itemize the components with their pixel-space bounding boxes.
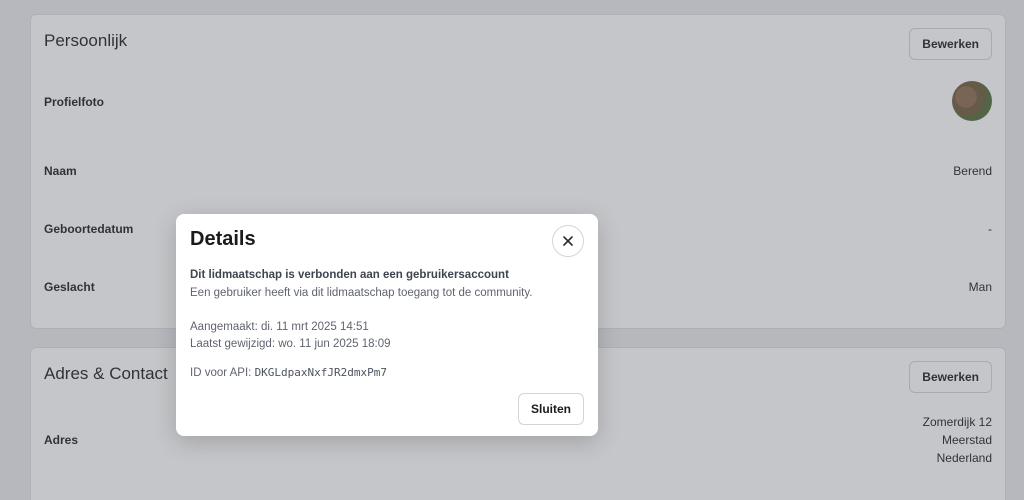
api-id-row: ID voor API: DKGLdpaxNxfJR2dmxPm7 xyxy=(190,366,387,379)
dialog-title: Details xyxy=(190,228,256,250)
api-id-value[interactable]: DKGLdpaxNxfJR2dmxPm7 xyxy=(255,366,387,379)
close-icon xyxy=(563,236,573,246)
api-id-label: ID voor API: xyxy=(190,367,252,379)
linked-description: Een gebruiker heeft via dit lidmaatschap… xyxy=(190,287,533,299)
created-timestamp: Aangemaakt: di. 11 mrt 2025 14:51 xyxy=(190,321,369,333)
close-button[interactable]: Sluiten xyxy=(517,393,584,425)
details-dialog: Details Dit lidmaatschap is verbonden aa… xyxy=(176,214,598,436)
linked-heading: Dit lidmaatschap is verbonden aan een ge… xyxy=(190,269,509,281)
close-icon-button[interactable] xyxy=(552,225,584,257)
modified-timestamp: Laatst gewijzigd: wo. 11 jun 2025 18:09 xyxy=(190,338,391,350)
